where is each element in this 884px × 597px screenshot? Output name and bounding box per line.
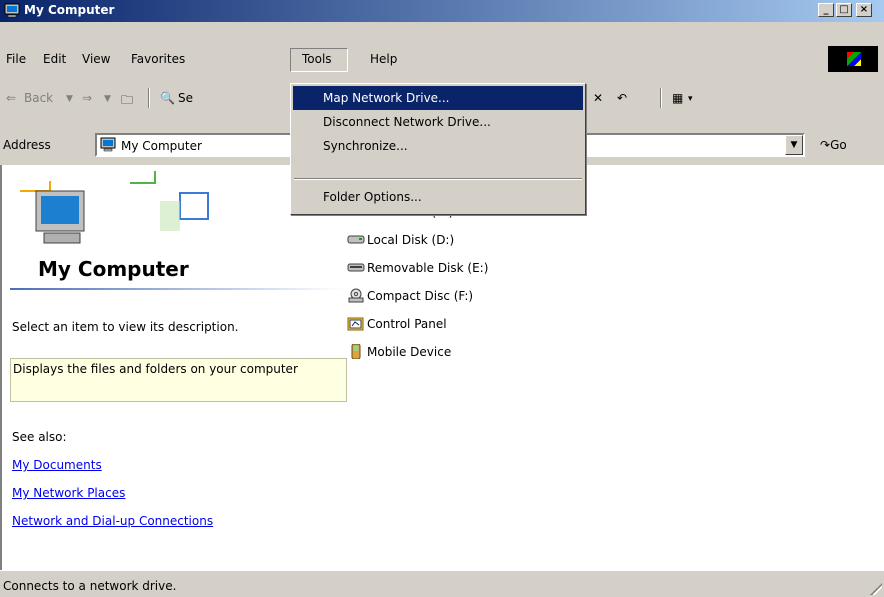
toolbar-separator xyxy=(660,88,662,108)
up-folder-icon[interactable]: 🗀 xyxy=(121,91,133,112)
see-also-label: See also: xyxy=(12,430,67,444)
my-computer-banner-icon xyxy=(10,171,210,251)
menu-item-label: Disconnect Network Drive... xyxy=(323,115,491,129)
minimize-button[interactable]: _ xyxy=(818,3,834,17)
menu-view[interactable]: View xyxy=(82,52,110,66)
menu-tools[interactable]: Tools xyxy=(302,52,332,66)
content-area: My Computer Select an item to view its d… xyxy=(0,165,884,570)
pane-title: My Computer xyxy=(38,257,189,281)
drive-label: Mobile Device xyxy=(367,345,452,359)
forward-arrow-icon[interactable]: ⇒ xyxy=(82,91,92,105)
address-dropdown-icon[interactable]: ▼ xyxy=(785,135,803,155)
link-network-dialup[interactable]: Network and Dial-up Connections xyxy=(12,514,213,528)
drive-label: Control Panel xyxy=(367,317,447,331)
hard-disk-icon xyxy=(347,235,365,244)
drive-label: Removable Disk (E:) xyxy=(367,261,489,275)
address-value: My Computer xyxy=(121,139,202,153)
back-dropdown-icon[interactable]: ▼ xyxy=(66,94,73,104)
pane-divider xyxy=(10,288,345,290)
search-icon[interactable]: 🔍 xyxy=(160,91,175,105)
status-bar: Connects to a network drive. xyxy=(0,570,884,597)
search-button-label[interactable]: Se xyxy=(178,91,193,105)
toolbar-separator xyxy=(148,88,150,108)
menu-item-folder-options[interactable]: Folder Options... xyxy=(293,185,583,209)
drive-label: Local Disk (D:) xyxy=(367,233,455,247)
menu-item-disconnect-network-drive[interactable]: Disconnect Network Drive... xyxy=(293,110,583,134)
mobile-device-icon xyxy=(351,344,361,359)
my-computer-icon xyxy=(100,137,116,152)
menu-edit[interactable]: Edit xyxy=(43,52,66,66)
close-button[interactable]: × xyxy=(856,3,872,17)
delete-icon[interactable]: ✕ xyxy=(593,91,603,105)
my-computer-icon xyxy=(4,3,20,18)
menu-item-synchronize[interactable]: Synchronize... xyxy=(293,134,583,158)
title-bar[interactable]: My Computer _ □ × xyxy=(0,0,884,22)
drive-label: Compact Disc (F:) xyxy=(367,289,474,303)
menu-favorites[interactable]: Favorites xyxy=(131,52,185,66)
tools-dropdown-menu: Map Network Drive... Disconnect Network … xyxy=(290,83,586,215)
menu-item-label: Synchronize... xyxy=(323,139,408,153)
go-button[interactable]: ↷Go xyxy=(820,138,847,152)
menu-item-label: Map Network Drive... xyxy=(323,91,450,105)
views-icon[interactable]: ▦ xyxy=(672,91,683,105)
views-dropdown-icon[interactable]: ▾ xyxy=(688,94,693,104)
go-label: Go xyxy=(830,138,847,152)
menu-item-map-network-drive[interactable]: Map Network Drive... xyxy=(293,86,583,110)
cd-drive-icon xyxy=(348,288,364,303)
status-text: Connects to a network drive. xyxy=(3,579,177,593)
address-label: Address xyxy=(3,138,51,152)
maximize-button[interactable]: □ xyxy=(836,3,852,17)
menu-help[interactable]: Help xyxy=(370,52,397,66)
resize-grip-icon[interactable] xyxy=(870,583,882,595)
back-arrow-icon: ⇐ xyxy=(6,91,17,105)
menu-file[interactable]: File xyxy=(6,52,26,66)
link-my-documents[interactable]: My Documents xyxy=(12,458,102,472)
windows-flag-logo xyxy=(828,46,878,72)
window-title: My Computer xyxy=(24,3,115,17)
control-panel-icon xyxy=(347,317,364,331)
go-arrow-icon: ↷ xyxy=(820,138,831,152)
info-pane: My Computer Select an item to view its d… xyxy=(2,165,347,570)
menu-separator xyxy=(294,178,582,180)
description-box: Displays the files and folders on your c… xyxy=(10,358,347,402)
undo-icon[interactable]: ↶ xyxy=(617,91,627,105)
forward-dropdown-icon[interactable]: ▼ xyxy=(104,94,111,104)
removable-disk-icon xyxy=(347,263,365,272)
select-hint: Select an item to view its description. xyxy=(12,320,239,334)
menu-item-label: Folder Options... xyxy=(323,190,422,204)
back-button-label[interactable]: Back xyxy=(24,91,53,105)
link-my-network-places[interactable]: My Network Places xyxy=(12,486,125,500)
